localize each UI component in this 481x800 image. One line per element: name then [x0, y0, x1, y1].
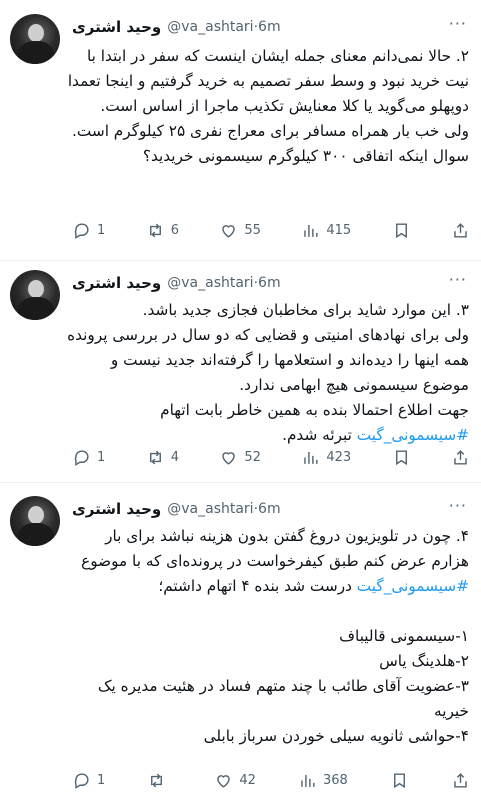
display-name[interactable]: وحید اشتری [72, 274, 161, 292]
tweet-header: @va_ashtari·6m وحید اشتری [72, 272, 443, 294]
tweet-actions: 1 4 52 423 [72, 445, 470, 469]
bookmark-icon [395, 222, 407, 238]
retweet-button[interactable] [147, 771, 172, 790]
like-icon [222, 451, 236, 465]
retweet-icon [151, 773, 163, 787]
avatar[interactable] [10, 270, 60, 320]
bookmark-button[interactable] [392, 221, 411, 240]
views-icon [301, 774, 315, 787]
share-button[interactable] [451, 771, 470, 790]
reply-count: 1 [97, 449, 106, 465]
handle-time[interactable]: @va_ashtari·6m [167, 275, 280, 291]
like-button[interactable]: 52 [219, 448, 261, 467]
retweet-icon [149, 223, 161, 237]
like-button[interactable]: 42 [214, 771, 256, 790]
views-icon [304, 224, 318, 237]
share-icon [454, 222, 467, 238]
tweet-text-tail: تبرئه شدم. [282, 426, 357, 444]
share-icon [454, 772, 467, 788]
bookmark-button[interactable] [392, 448, 411, 467]
tweet-text: ۳. این موارد شاید برای مخاطبان فجازی جدی… [66, 298, 469, 448]
reply-button[interactable]: 1 [72, 771, 105, 790]
reply-icon [74, 449, 89, 466]
hashtag-link[interactable]: #سیسمونی_گیت [357, 577, 469, 595]
like-count: 52 [244, 449, 261, 465]
views-count: 423 [326, 449, 352, 465]
more-icon[interactable]: ··· [449, 270, 467, 289]
share-button[interactable] [451, 221, 470, 240]
tweet-text: ۴. چون در تلویزیون دروغ گفتن بدون هزینه … [66, 524, 469, 749]
retweet-count: 6 [170, 222, 179, 238]
like-count: 42 [239, 772, 256, 788]
handle-time[interactable]: @va_ashtari·6m [167, 501, 280, 517]
reply-button[interactable]: 1 [72, 448, 105, 467]
hashtag-link[interactable]: #سیسمونی_گیت [357, 426, 469, 444]
views-count: 415 [326, 222, 352, 238]
tweet-text-head: ۴. چون در تلویزیون دروغ گفتن بدون هزینه … [81, 527, 469, 570]
share-icon [454, 449, 467, 465]
share-button[interactable] [451, 448, 470, 467]
retweet-count: 4 [170, 449, 179, 465]
tweet-header: @va_ashtari·6m وحید اشتری [72, 16, 443, 38]
more-icon[interactable]: ··· [449, 496, 467, 515]
bookmark-button[interactable] [390, 771, 409, 790]
retweet-icon [149, 450, 161, 464]
bookmark-icon [395, 449, 407, 465]
views-icon [304, 451, 318, 464]
like-button[interactable]: 55 [219, 221, 261, 240]
avatar[interactable] [10, 496, 60, 546]
bookmark-icon [393, 772, 405, 788]
reply-icon [74, 222, 89, 239]
display-name[interactable]: وحید اشتری [72, 500, 161, 518]
handle-time[interactable]: @va_ashtari·6m [167, 19, 280, 35]
display-name[interactable]: وحید اشتری [72, 18, 161, 36]
tweet-actions: 1 6 55 415 [72, 218, 470, 242]
retweet-button[interactable]: 4 [146, 448, 179, 467]
views-button[interactable]: 415 [301, 221, 351, 240]
tweet-text-main: ۳. این موارد شاید برای مخاطبان فجازی جدی… [67, 301, 469, 419]
reply-button[interactable]: 1 [72, 221, 105, 240]
like-count: 55 [244, 222, 261, 238]
reply-count: 1 [97, 772, 106, 788]
like-icon [222, 224, 236, 238]
views-count: 368 [323, 772, 348, 788]
tweet-text: ۲. حالا نمی‌دانم معنای جمله ایشان اینست … [67, 47, 469, 165]
views-button[interactable]: 368 [298, 771, 348, 790]
reply-icon [74, 772, 89, 789]
reply-count: 1 [97, 222, 106, 238]
like-icon [217, 774, 231, 788]
tweet-actions: 1 42 368 [72, 768, 470, 792]
retweet-button[interactable]: 6 [146, 221, 179, 240]
avatar[interactable] [10, 14, 60, 64]
views-button[interactable]: 423 [301, 448, 351, 467]
tweet-header: @va_ashtari·6m وحید اشتری [72, 498, 443, 520]
more-icon[interactable]: ··· [449, 14, 467, 33]
divider [0, 260, 481, 261]
divider [0, 482, 481, 483]
tweet-text-tail: درست شد بنده ۴ اتهام داشتم؛ ۱-سیسمونی قا… [97, 577, 469, 745]
